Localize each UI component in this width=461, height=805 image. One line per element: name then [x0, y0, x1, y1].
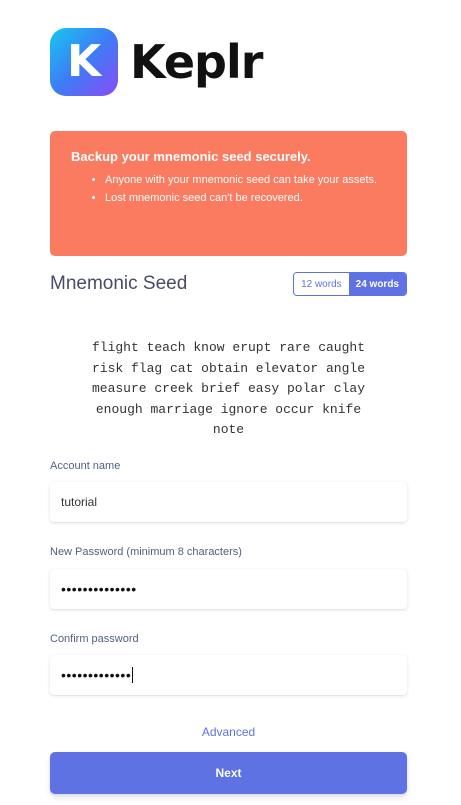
keplr-logo-icon: K [50, 28, 118, 96]
alert-item: Lost mnemonic seed can't be recovered. [105, 190, 387, 207]
confirm-password-value: ••••••••••••• [61, 667, 132, 683]
account-name-value: tutorial [61, 495, 98, 509]
new-password-input[interactable]: •••••••••••••• [50, 569, 407, 609]
keplr-logo: K Keplr [50, 28, 263, 96]
mnemonic-seed-header: Mnemonic Seed 12 words 24 words [50, 270, 407, 298]
word-count-toggle: 12 words 24 words [293, 272, 407, 296]
account-name-label: Account name [50, 460, 121, 472]
account-name-input[interactable]: tutorial [50, 482, 407, 522]
logo-letter: K [66, 36, 102, 87]
confirm-password-input[interactable]: ••••••••••••• [50, 655, 407, 695]
next-button[interactable]: Next [50, 752, 407, 794]
24-words-button[interactable]: 24 words [348, 273, 406, 295]
advanced-link[interactable]: Advanced [50, 725, 407, 739]
mnemonic-seed-title: Mnemonic Seed [50, 273, 188, 294]
new-password-value: •••••••••••••• [61, 581, 137, 597]
12-words-button[interactable]: 12 words [294, 273, 349, 295]
text-caret [132, 667, 134, 683]
confirm-password-label: Confirm password [50, 633, 139, 645]
brand-name: Keplr [130, 35, 263, 89]
new-password-label: New Password (minimum 8 characters) [50, 546, 242, 558]
alert-item: Anyone with your mnemonic seed can take … [105, 172, 387, 189]
alert-list: Anyone with your mnemonic seed can take … [71, 172, 387, 207]
alert-title: Backup your mnemonic seed securely. [71, 149, 311, 164]
mnemonic-words: flight teach know erupt rare caught risk… [91, 340, 366, 437]
backup-warning-alert: Backup your mnemonic seed securely. Anyo… [50, 131, 407, 256]
